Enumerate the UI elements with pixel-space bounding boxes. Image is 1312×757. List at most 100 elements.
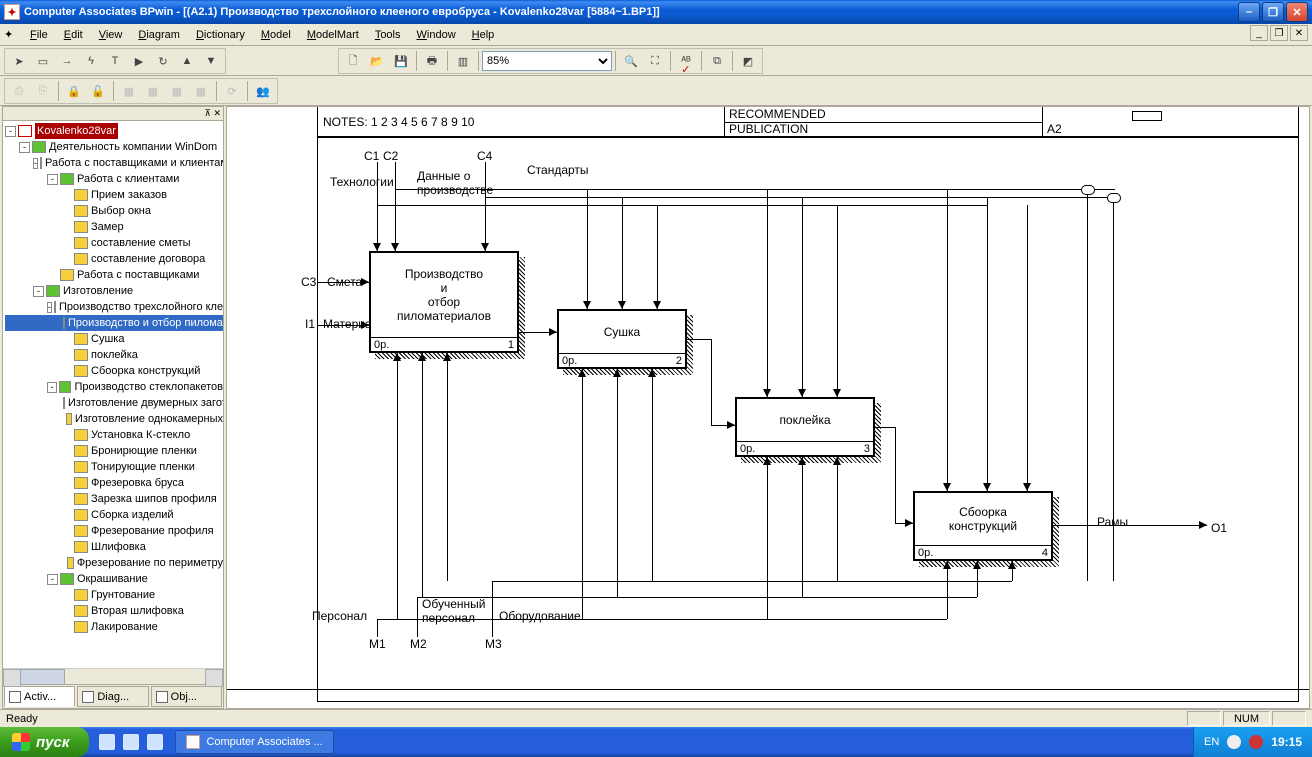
quicklaunch-icon-3[interactable] — [147, 734, 163, 750]
label-standards: Стандарты — [527, 163, 589, 177]
tree-item-23[interactable]: Сборка изделий — [5, 507, 223, 523]
tree-item-7[interactable]: составление договора — [5, 251, 223, 267]
tool-goto-parent[interactable]: ↻ — [152, 50, 174, 72]
diagram-canvas[interactable]: NOTES: 1 2 3 4 5 6 7 8 9 10 RECOMMENDED … — [226, 106, 1310, 709]
activity-box-3[interactable]: поклейка 0р.3 — [735, 397, 875, 457]
tool-save[interactable]: 💾 — [390, 50, 412, 72]
tool-text[interactable]: T — [104, 50, 126, 72]
tree-item-12[interactable]: Сушка — [5, 331, 223, 347]
quicklaunch-icon-1[interactable] — [99, 734, 115, 750]
zoom-select[interactable]: 85% — [482, 51, 612, 71]
tree-item-0[interactable]: -Деятельность компании WinDom — [5, 139, 223, 155]
panel-close-strip[interactable]: ⊼ ✕ — [3, 107, 223, 121]
tree-item-16[interactable]: Изготовление двумерных заготовок — [5, 395, 223, 411]
tool-model-explorer[interactable]: ⧉ — [706, 50, 728, 72]
tool-report[interactable]: ▥ — [452, 50, 474, 72]
menu-help[interactable]: Help — [464, 26, 503, 44]
tree-item-19[interactable]: Бронирющие пленки — [5, 443, 223, 459]
tool-zoom-fit[interactable]: ⛶ — [644, 50, 666, 72]
tree-item-13[interactable]: поклейка — [5, 347, 223, 363]
menu-view[interactable]: View — [91, 26, 131, 44]
tool-arrow[interactable]: → — [56, 50, 78, 72]
sidebar-tab-activities[interactable]: Activ... — [4, 686, 75, 707]
mm-unlock[interactable]: 🔓 — [87, 80, 109, 102]
tree-item-8[interactable]: Работа с поставщиками — [5, 267, 223, 283]
tree-item-3[interactable]: Прием заказов — [5, 187, 223, 203]
model-tree[interactable]: -Kovalenko28var-Деятельность компании Wi… — [3, 121, 223, 668]
mm-grid-3[interactable]: ▦ — [166, 80, 188, 102]
menu-file[interactable]: File — [22, 26, 56, 44]
tool-play[interactable]: ▶ — [128, 50, 150, 72]
mdi-restore-button[interactable]: ❐ — [1270, 25, 1288, 41]
menu-tools[interactable]: Tools — [367, 26, 409, 44]
tree-item-4[interactable]: Выбор окна — [5, 203, 223, 219]
tree-item-1[interactable]: -Работа с поставщиками и клиентами — [5, 155, 223, 171]
taskbar-item-bpwin[interactable]: Computer Associates ... — [175, 730, 333, 754]
quicklaunch-icon-2[interactable] — [123, 734, 139, 750]
tree-item-15[interactable]: -Производство стеклопакетов — [5, 379, 223, 395]
tree-item-29[interactable]: Вторая шлифовка — [5, 603, 223, 619]
tree-item-18[interactable]: Установка К-стекло — [5, 427, 223, 443]
mdi-minimize-button[interactable]: _ — [1250, 25, 1268, 41]
tool-triangle-up[interactable]: ▲ — [176, 50, 198, 72]
sidebar-tab-diagrams[interactable]: Diag... — [77, 686, 148, 707]
menu-model[interactable]: Model — [253, 26, 299, 44]
menu-dictionary[interactable]: Dictionary — [188, 26, 253, 44]
tool-new[interactable]: 🗋 — [342, 50, 364, 72]
mm-grid-2[interactable]: ▦ — [142, 80, 164, 102]
menu-edit[interactable]: Edit — [56, 26, 91, 44]
label-c3: C3 — [301, 275, 316, 289]
window-minimize-button[interactable]: – — [1238, 2, 1260, 22]
tray-icon-1[interactable] — [1227, 735, 1241, 749]
tree-root[interactable]: -Kovalenko28var — [5, 123, 223, 139]
tree-item-30[interactable]: Лакирование — [5, 619, 223, 635]
mm-grid-4[interactable]: ▦ — [190, 80, 212, 102]
window-close-button[interactable]: ✕ — [1286, 2, 1308, 22]
tool-open[interactable]: 📂 — [366, 50, 388, 72]
tool-print[interactable]: 🖶 — [421, 50, 443, 72]
activity-box-4[interactable]: Сбоорка конструкций 0р.4 — [913, 491, 1053, 561]
mdi-close-button[interactable]: ✕ — [1290, 25, 1308, 41]
tree-item-26[interactable]: Фрезерование по периметру — [5, 555, 223, 571]
tree-item-27[interactable]: -Окрашивание — [5, 571, 223, 587]
tree-item-14[interactable]: Сбоорка конструкций — [5, 363, 223, 379]
tray-clock[interactable]: 19:15 — [1271, 735, 1302, 749]
tool-squiggle[interactable]: ϟ — [80, 50, 102, 72]
mm-users[interactable]: 👥 — [252, 80, 274, 102]
tool-pointer[interactable]: ➤ — [8, 50, 30, 72]
tool-modelmart[interactable]: ◩ — [737, 50, 759, 72]
mm-lock[interactable]: 🔒 — [63, 80, 85, 102]
tray-lang[interactable]: EN — [1204, 736, 1219, 748]
activity-box-1[interactable]: Производство и отбор пиломатериалов 0р.1 — [369, 251, 519, 353]
window-maximize-button[interactable]: ❐ — [1262, 2, 1284, 22]
tree-item-6[interactable]: составление сметы — [5, 235, 223, 251]
tree-item-20[interactable]: Тонирующие пленки — [5, 459, 223, 475]
tree-item-21[interactable]: Фрезеровка бруса — [5, 475, 223, 491]
tree-item-10[interactable]: -Производство трехслойного клееного евро… — [5, 299, 223, 315]
tool-zoom-in[interactable]: 🔍 — [620, 50, 642, 72]
tree-item-17[interactable]: Изготовление однокамерных — [5, 411, 223, 427]
start-button[interactable]: пуск — [0, 727, 89, 757]
activity-box-2[interactable]: Сушка 0р.2 — [557, 309, 687, 369]
menu-window[interactable]: Window — [409, 26, 464, 44]
tool-triangle-down[interactable]: ▼ — [200, 50, 222, 72]
menu-modelmart[interactable]: ModelMart — [299, 26, 367, 44]
tree-item-28[interactable]: Грунтование — [5, 587, 223, 603]
tree-item-9[interactable]: -Изготовление — [5, 283, 223, 299]
mm-btn-2[interactable]: ⎘ — [32, 80, 54, 102]
tool-activity-box[interactable]: ▭ — [32, 50, 54, 72]
mm-btn-1[interactable]: ⎙ — [8, 80, 30, 102]
tree-item-5[interactable]: Замер — [5, 219, 223, 235]
tree-hscrollbar[interactable] — [3, 668, 223, 684]
mm-refresh[interactable]: ⟳ — [221, 80, 243, 102]
mm-grid-1[interactable]: ▦ — [118, 80, 140, 102]
tree-item-24[interactable]: Фрезерование профиля — [5, 523, 223, 539]
sidebar-tab-objects[interactable]: Obj... — [151, 686, 222, 707]
tree-item-2[interactable]: -Работа с клиентами — [5, 171, 223, 187]
menu-diagram[interactable]: Diagram — [130, 26, 188, 44]
tree-item-25[interactable]: Шлифовка — [5, 539, 223, 555]
tool-spellcheck[interactable]: ᴬᴮ✓ — [675, 50, 697, 72]
tree-item-11[interactable]: Производство и отбор пиломатериалов — [5, 315, 223, 331]
tree-item-22[interactable]: Зарезка шипов профиля — [5, 491, 223, 507]
tray-icon-2[interactable] — [1249, 735, 1263, 749]
